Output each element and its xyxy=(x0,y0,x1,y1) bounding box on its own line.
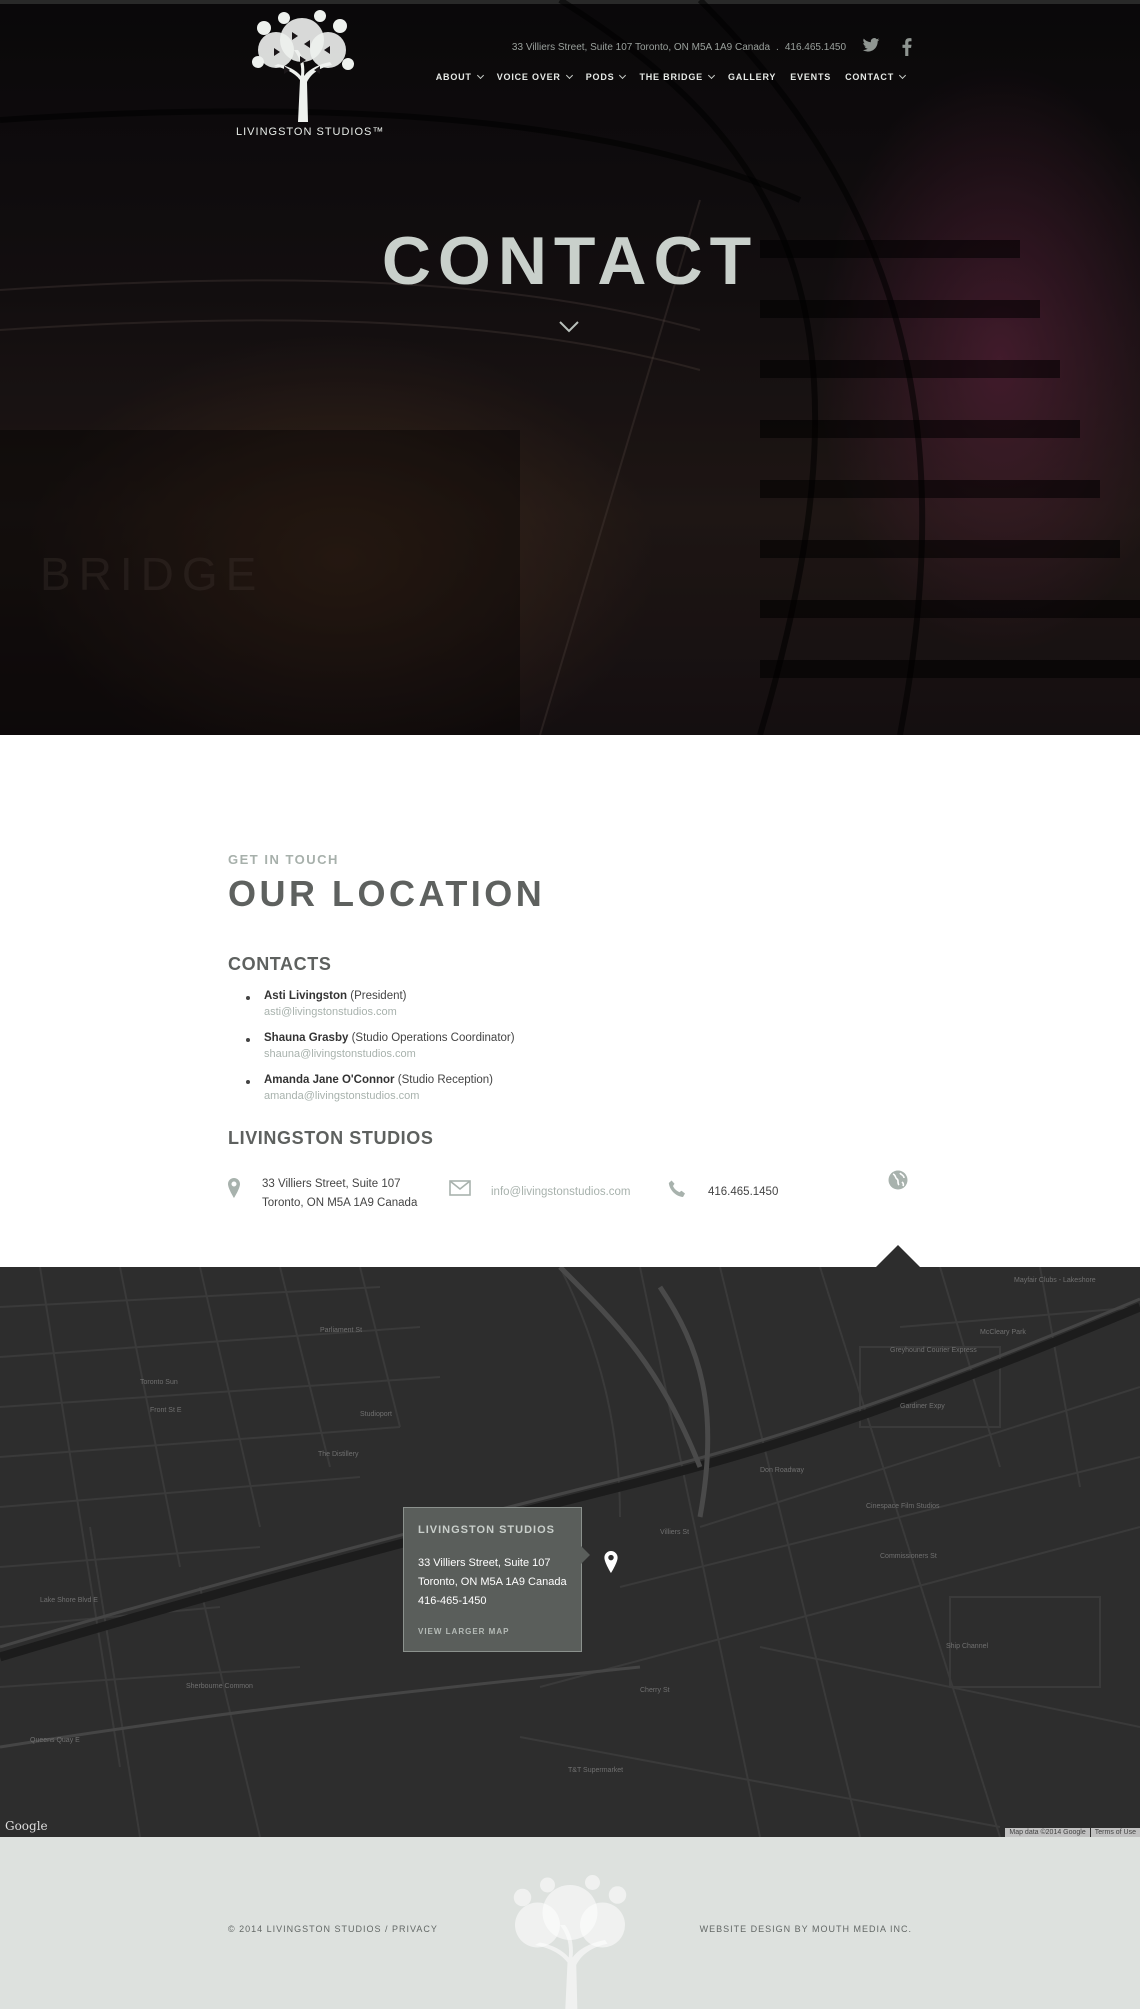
contact-role: (Studio Reception) xyxy=(397,1074,493,1086)
map-infobox: LIVINGSTON STUDIOS 33 Villiers Street, S… xyxy=(403,1507,590,1652)
section-eyebrow: GET IN TOUCH xyxy=(228,852,339,867)
facebook-icon[interactable] xyxy=(902,38,912,61)
chevron-down-icon xyxy=(565,71,573,80)
nav-item-label: ABOUT xyxy=(435,72,472,82)
globe-icon[interactable] xyxy=(888,1170,908,1190)
map-label: Villiers St xyxy=(660,1529,690,1536)
google-logo[interactable]: Google xyxy=(5,1819,48,1833)
contact-email-link[interactable]: shauna@livingstonstudios.com xyxy=(264,1048,515,1060)
map-data-credit: Map data ©2014 Google xyxy=(1005,1828,1090,1837)
map-label: Queens Quay E xyxy=(30,1737,80,1744)
nav-item-pods[interactable]: PODS xyxy=(579,71,633,82)
map-label: Parliament St xyxy=(320,1327,363,1334)
contact-name: Shauna Grasby xyxy=(264,1032,349,1044)
nav-item-label: GALLERY xyxy=(727,72,777,82)
chevron-down-icon xyxy=(707,71,716,80)
map-label: McCleary Park xyxy=(980,1329,1026,1336)
contact-role: (Studio Operations Coordinator) xyxy=(351,1032,515,1044)
address-line-1: 33 Villiers Street, Suite 107 xyxy=(262,1178,401,1190)
nav-item-voice-over[interactable]: VOICE OVER xyxy=(490,71,579,82)
studio-phone[interactable]: 416.465.1450 xyxy=(708,1186,778,1198)
map-label: Toronto Sun xyxy=(140,1379,178,1386)
map-label: Lake Shore Blvd E xyxy=(40,1597,98,1604)
map-label: Commissioners St xyxy=(880,1553,937,1560)
infobox-address-line-2: Toronto, ON M5A 1A9 Canada xyxy=(418,1576,567,1588)
contact-list: Asti Livingston (President) asti@livings… xyxy=(228,990,515,1116)
studio-info-row: 33 Villiers Street, Suite 107 Toronto, O… xyxy=(228,1170,928,1218)
infobox-title: LIVINGSTON STUDIOS xyxy=(418,1524,555,1536)
nav-item-about[interactable]: ABOUT xyxy=(429,71,490,82)
map-label: Cinespace Film Studios xyxy=(866,1503,940,1510)
infobox-phone: 416-465-1450 xyxy=(418,1595,487,1607)
nav-item-label: VOICE OVER xyxy=(496,72,561,82)
nav-item-gallery[interactable]: GALLERY xyxy=(721,72,783,82)
nav-item-events[interactable]: EVENTS xyxy=(783,72,838,82)
logo[interactable]: LIVINGSTON STUDIOS™ xyxy=(236,10,385,142)
chevron-down-icon xyxy=(476,71,484,80)
tree-logo-icon xyxy=(252,10,354,122)
map-label: Ship Channel xyxy=(946,1643,989,1650)
tree-watermark-icon xyxy=(513,1875,627,2009)
twitter-icon[interactable] xyxy=(862,38,880,57)
studio-address: 33 Villiers Street, Suite 107 Toronto, O… xyxy=(262,1175,417,1213)
list-item: Asti Livingston (President) asti@livings… xyxy=(228,990,515,1018)
map[interactable]: Toronto Sun Front St E Studioport The Di… xyxy=(0,1267,1140,1837)
terms-of-use-link[interactable]: Terms of Use xyxy=(1090,1828,1140,1837)
map-label: The Distillery xyxy=(318,1451,359,1458)
map-attribution: Map data ©2014 Google Terms of Use xyxy=(1005,1828,1140,1837)
nav-item-label: EVENTS xyxy=(790,72,832,82)
header-contact-line: 33 Villiers Street, Suite 107 Toronto, O… xyxy=(512,42,846,53)
phone-icon xyxy=(668,1180,685,1197)
footer: © 2014 LIVINGSTON STUDIOS / PRIVACY WEBS… xyxy=(0,1837,1140,2009)
footer-copyright[interactable]: © 2014 LIVINGSTON STUDIOS / PRIVACY xyxy=(228,1924,438,1934)
list-item: Amanda Jane O'Connor (Studio Reception) … xyxy=(228,1074,515,1102)
map-pin-icon xyxy=(228,1178,240,1198)
location-section: GET IN TOUCH OUR LOCATION CONTACTS Asti … xyxy=(228,852,928,1209)
header-phone[interactable]: 416.465.1450 xyxy=(785,42,846,53)
contact-name: Asti Livingston xyxy=(264,990,348,1002)
view-larger-map-link[interactable]: VIEW LARGER MAP xyxy=(418,1627,567,1636)
contact-role: (President) xyxy=(350,990,407,1002)
chevron-down-icon xyxy=(619,71,627,80)
contacts-heading: CONTACTS xyxy=(228,954,332,974)
nav-item-label: CONTACT xyxy=(845,72,894,82)
contact-email-link[interactable]: asti@livingstonstudios.com xyxy=(264,1006,515,1018)
nav-item-label: THE BRIDGE xyxy=(639,72,703,82)
footer-credit[interactable]: WEBSITE DESIGN BY MOUTH MEDIA INC. xyxy=(700,1924,912,1934)
map-label: Don Roadway xyxy=(760,1467,804,1474)
map-label: Studioport xyxy=(360,1411,392,1418)
map-label: Greyhound Courier Express xyxy=(890,1347,977,1354)
list-item: Shauna Grasby (Studio Operations Coordin… xyxy=(228,1032,515,1060)
map-pin-icon[interactable] xyxy=(604,1551,618,1573)
studio-email-link[interactable]: info@livingstonstudios.com xyxy=(491,1186,631,1198)
nav-item-label: PODS xyxy=(585,72,615,82)
map-label: Cherry St xyxy=(640,1687,670,1694)
scroll-down-chevron-icon[interactable] xyxy=(558,320,580,334)
map-label: T&T Supermarket xyxy=(568,1767,624,1774)
nav-item-the-bridge[interactable]: THE BRIDGE xyxy=(632,71,721,82)
nav-item-contact[interactable]: CONTACT xyxy=(838,71,912,82)
studio-heading: LIVINGSTON STUDIOS xyxy=(228,1128,434,1148)
map-label: Front St E xyxy=(150,1407,182,1414)
map-label: Sherbourne Common xyxy=(186,1683,253,1690)
map-toggle-notch xyxy=(876,1245,920,1267)
page-title: OUR LOCATION xyxy=(228,873,546,914)
infobox-address-line-1: 33 Villiers Street, Suite 107 xyxy=(418,1557,551,1569)
chevron-down-icon xyxy=(898,71,907,80)
hero-section: BRIDGE LIVINGSTON STUDIOS™ 33 Villiers S… xyxy=(0,0,1140,735)
contact-name: Amanda Jane O'Connor xyxy=(264,1074,395,1086)
contact-email-link[interactable]: amanda@livingstonstudios.com xyxy=(264,1090,515,1102)
main-nav: ABOUT VOICE OVER PODS THE BRIDGE GALLERY… xyxy=(429,71,912,82)
map-label: Gardiner Expy xyxy=(900,1403,945,1410)
map-label: Mayfair Clubs - Lakeshore xyxy=(1014,1277,1096,1284)
hero-title: CONTACT xyxy=(381,223,759,299)
logo-text: LIVINGSTON STUDIOS™ xyxy=(236,126,385,138)
address-line-2: Toronto, ON M5A 1A9 Canada xyxy=(262,1197,418,1209)
header-address: 33 Villiers Street, Suite 107 Toronto, O… xyxy=(511,42,771,53)
hero-overlay xyxy=(0,0,1140,735)
envelope-icon xyxy=(449,1180,471,1196)
header-separator: . xyxy=(776,42,779,53)
